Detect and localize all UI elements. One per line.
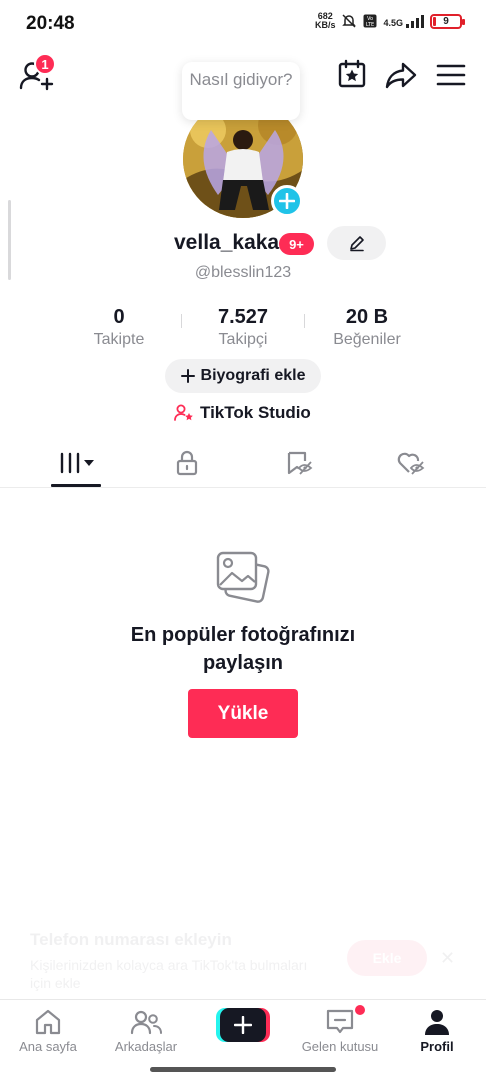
- friends-icon: [130, 1010, 162, 1035]
- nav-inbox[interactable]: Gelen kutusu: [292, 1008, 388, 1054]
- create-button[interactable]: [216, 1008, 270, 1042]
- nav-profile[interactable]: Profil: [389, 1008, 485, 1054]
- videos-grid-icon: [60, 452, 94, 474]
- stat-divider: [304, 314, 305, 328]
- pencil-icon: [349, 236, 364, 252]
- tab-liked[interactable]: [386, 448, 436, 478]
- mute-bell-icon: [342, 14, 357, 28]
- share-icon[interactable]: [385, 60, 417, 90]
- inbox-icon: [326, 1009, 354, 1034]
- battery-icon: 9: [430, 13, 465, 29]
- edit-profile-button[interactable]: [327, 226, 386, 260]
- home-icon: [35, 1009, 61, 1035]
- add-bio-button[interactable]: Biyografi ekle: [165, 359, 321, 393]
- upload-button[interactable]: Yükle: [188, 689, 298, 738]
- profile-icon: [425, 1010, 449, 1035]
- tiktok-studio-label: TikTok Studio: [200, 403, 311, 422]
- heart-hidden-icon: [397, 452, 425, 475]
- lock-icon: [176, 450, 198, 476]
- status-bar: 20:48 682 KB/s Vo LTE 4.5G 9: [0, 0, 486, 48]
- tab-videos[interactable]: [51, 448, 101, 478]
- banner-description: Kişilerinizden kolayca ara TikTok'ta bul…: [30, 957, 308, 991]
- stat-following[interactable]: 0 Takipte: [64, 306, 174, 349]
- stat-divider: [181, 314, 182, 328]
- banner-title: Telefon numarası ekleyin: [30, 930, 232, 949]
- user-handle: @blesslin123: [194, 264, 292, 281]
- banner-add-button[interactable]: Ekle: [347, 940, 427, 976]
- empty-state-title: En popüler fotoğrafınızı paylaşın: [130, 624, 356, 674]
- creator-icon: [174, 404, 193, 421]
- calendar-star-icon[interactable]: [337, 59, 367, 89]
- status-time: 20:48: [26, 13, 75, 34]
- photos-icon: [216, 551, 270, 603]
- add-bio-label: Biyografi ekle: [200, 367, 306, 384]
- username: vella_kaka: [174, 231, 280, 254]
- net-speed: 682 KB/s: [314, 11, 336, 30]
- plus-icon: [220, 1008, 266, 1042]
- tiktok-studio-link[interactable]: TikTok Studio: [174, 403, 311, 423]
- active-tab-indicator: [51, 484, 101, 487]
- add-phone-banner: Telefon numarası ekleyin Kişilerinizden …: [0, 920, 486, 1000]
- menu-icon[interactable]: [436, 62, 466, 88]
- inbox-notification-dot: [355, 1005, 365, 1015]
- tab-reposts[interactable]: [274, 448, 324, 478]
- close-icon[interactable]: ✕: [440, 948, 455, 969]
- status-bubble[interactable]: Nasıl gidiyor?: [182, 62, 300, 120]
- plus-icon: [180, 369, 195, 383]
- home-indicator[interactable]: [150, 1067, 336, 1072]
- content-tabs: [0, 440, 486, 488]
- add-avatar-button[interactable]: [271, 185, 303, 217]
- tab-private[interactable]: [162, 448, 212, 478]
- battery-level: 9: [443, 15, 449, 27]
- notification-badge[interactable]: 9+: [279, 233, 314, 255]
- nav-home[interactable]: Ana sayfa: [0, 1008, 96, 1054]
- nav-friends[interactable]: Arkadaşlar: [98, 1008, 194, 1054]
- stat-likes[interactable]: 20 B Beğeniler: [312, 306, 422, 349]
- volte-icon: Vo LTE: [363, 14, 377, 28]
- scroll-indicator: [8, 200, 11, 280]
- bookmark-hidden-icon: [287, 451, 313, 475]
- status-indicators: 682 KB/s Vo LTE 4.5G 9: [314, 11, 465, 30]
- add-friend-badge: 1: [34, 53, 56, 75]
- plus-icon: [279, 193, 295, 209]
- signal-icon: 4.5G: [383, 14, 424, 28]
- svg-text:LTE: LTE: [366, 22, 374, 28]
- stat-followers[interactable]: 7.527 Takipçi: [188, 306, 298, 349]
